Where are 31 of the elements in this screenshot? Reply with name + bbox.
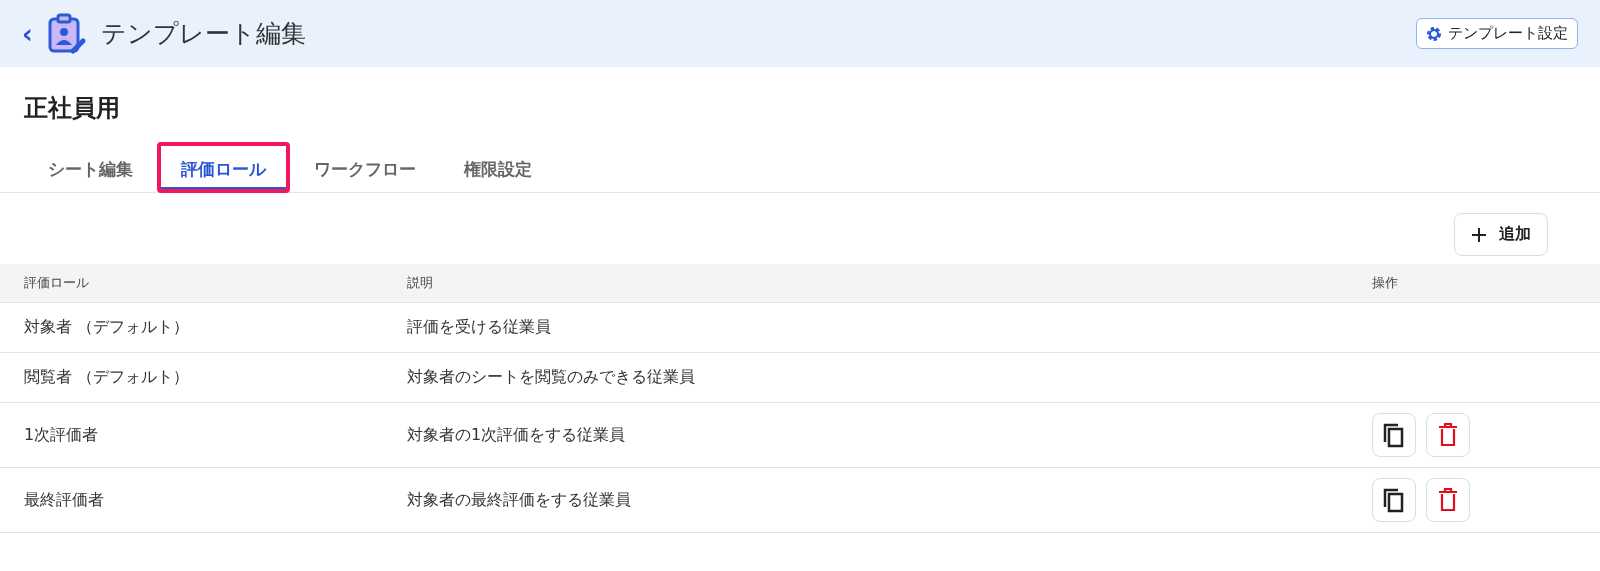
table-cell-text: 評価を受ける従業員 bbox=[407, 317, 552, 338]
copy-icon bbox=[1382, 422, 1406, 448]
page-title: 正社員用 bbox=[23, 93, 121, 124]
column-header: 操作 bbox=[1372, 274, 1399, 292]
tab[interactable]: 評価ロール bbox=[157, 142, 290, 193]
table-cell-text: 1次評価者 bbox=[24, 424, 100, 446]
add-button[interactable]: 追加 bbox=[1454, 213, 1548, 256]
table-cell-text: 対象者の1次評価をする従業員 bbox=[407, 424, 627, 446]
copy-icon bbox=[1382, 487, 1406, 513]
table-cell-text: 対象者 （デフォルト） bbox=[24, 317, 191, 338]
gear-icon bbox=[1426, 25, 1442, 42]
tab[interactable]: ワークフロー bbox=[290, 142, 440, 193]
table-cell-text: 最終評価者 bbox=[24, 489, 105, 511]
trash-icon bbox=[1438, 423, 1458, 447]
copy-button[interactable] bbox=[1372, 413, 1416, 457]
tab[interactable]: 権限設定 bbox=[440, 142, 556, 193]
column-header: 説明 bbox=[407, 274, 434, 292]
copy-button[interactable] bbox=[1372, 478, 1416, 522]
table-cell-text: 閲覧者 （デフォルト） bbox=[24, 367, 191, 388]
column-header: 評価ロール bbox=[24, 274, 90, 292]
plus-icon bbox=[1471, 226, 1487, 243]
delete-button[interactable] bbox=[1426, 478, 1470, 522]
trash-icon bbox=[1438, 488, 1458, 512]
template-settings-button[interactable]: テンプレート設定 bbox=[1416, 18, 1578, 49]
back-button[interactable]: ‹ bbox=[22, 18, 33, 49]
table-cell-text: 対象者のシートを閲覧のみできる従業員 bbox=[407, 367, 696, 388]
tab[interactable]: シート編集 bbox=[24, 142, 157, 193]
clipboard-icon bbox=[46, 12, 87, 55]
page-header-title: テンプレート編集 bbox=[100, 18, 306, 50]
delete-button[interactable] bbox=[1426, 413, 1470, 457]
table-cell-text: 対象者の最終評価をする従業員 bbox=[407, 489, 632, 511]
